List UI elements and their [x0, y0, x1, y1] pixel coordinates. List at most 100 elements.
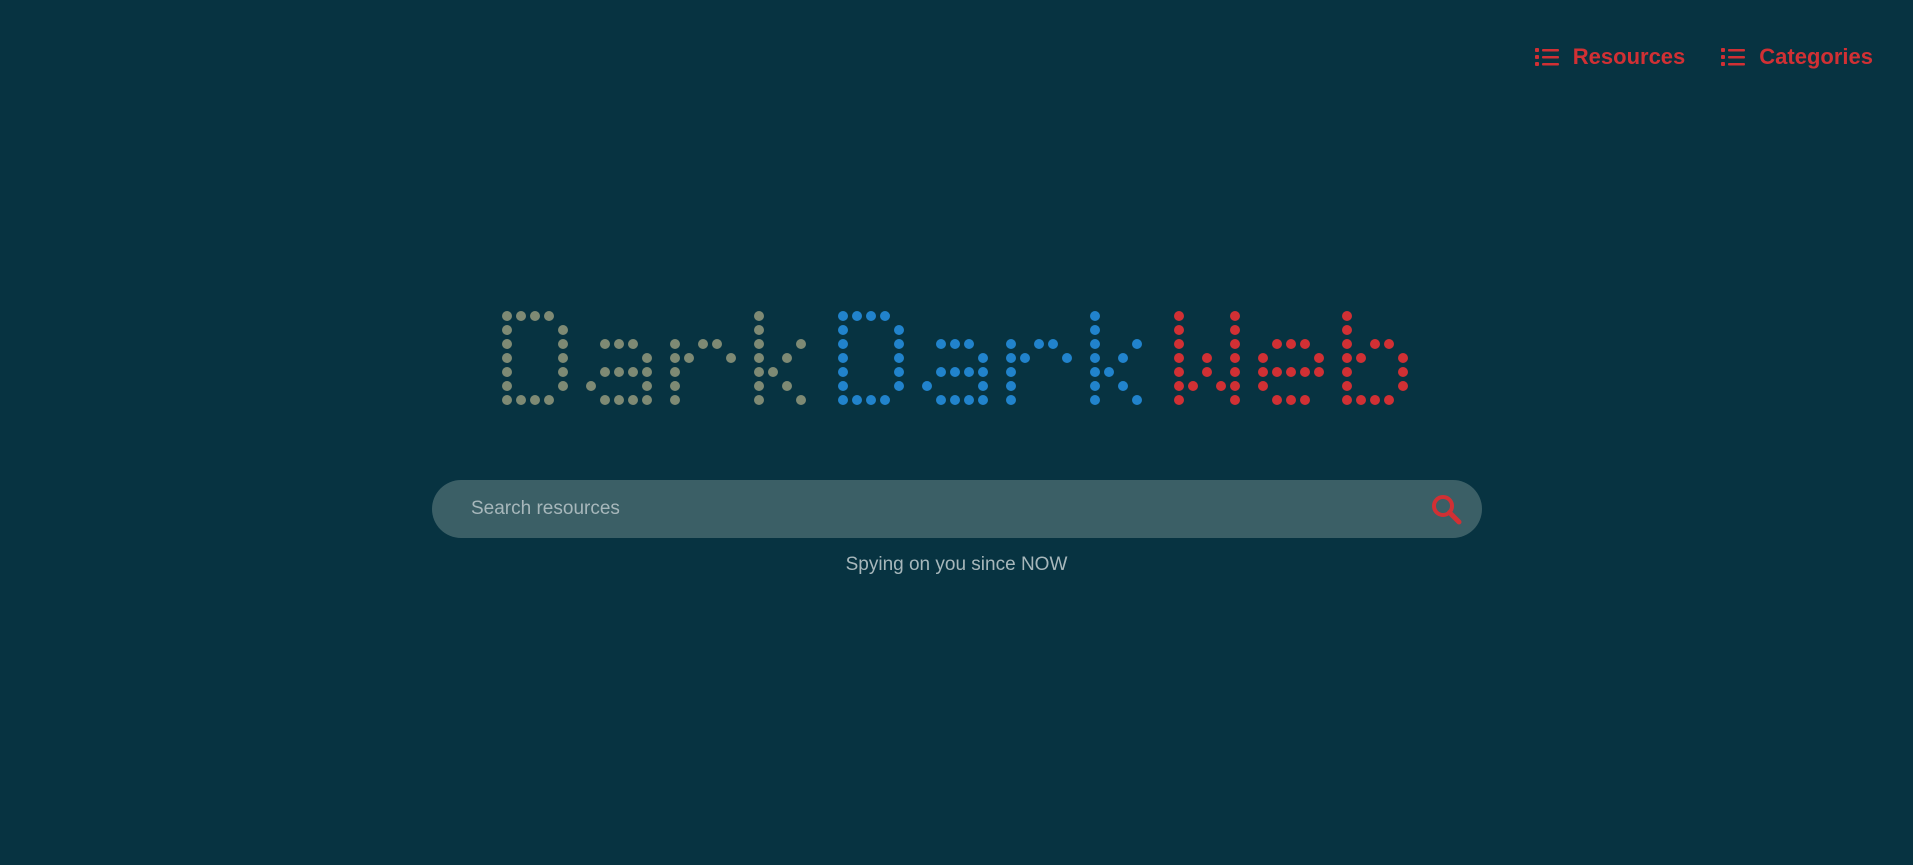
logo-dot: [529, 311, 540, 321]
logo-dot: [613, 339, 624, 349]
logo-dot: [837, 395, 848, 405]
logo-dot: [893, 353, 904, 363]
logo-dot: [1313, 353, 1324, 363]
list-icon: [1534, 47, 1559, 67]
logo-dot: [641, 381, 652, 391]
logo-dot: [1369, 395, 1380, 405]
logo-dot: [711, 339, 722, 349]
top-navigation: Resources Categories: [1534, 44, 1873, 70]
nav-resources-label: Resources: [1572, 44, 1686, 69]
logo-dot: [1019, 353, 1030, 363]
logo-dot: [893, 325, 904, 335]
logo-dot: [641, 395, 652, 405]
logo-dot: [627, 367, 638, 377]
logo-dot: [599, 367, 610, 377]
logo-dot: [515, 311, 526, 321]
logo-dot: [641, 353, 652, 363]
logo-dot: [1089, 381, 1100, 391]
logo-dot: [1089, 311, 1100, 321]
logo-dot: [1257, 353, 1268, 363]
logo-dot: [1033, 339, 1044, 349]
logo-dot: [935, 367, 946, 377]
logo-dot: [949, 339, 960, 349]
logo-dot: [949, 395, 960, 405]
logo-dot: [851, 395, 862, 405]
logo-dot: [613, 395, 624, 405]
nav-categories-link[interactable]: Categories: [1721, 44, 1873, 70]
logo-dot: [1005, 381, 1016, 391]
logo-dot: [1187, 381, 1198, 391]
logo-dot: [585, 381, 596, 391]
logo-dot: [949, 367, 960, 377]
logo-dot: [641, 367, 652, 377]
logo-dot: [1271, 339, 1282, 349]
logo-dot: [1229, 311, 1240, 321]
logo-dot: [1341, 381, 1352, 391]
logo-dot: [753, 311, 764, 321]
logo-dot: [1117, 381, 1128, 391]
logo-dot: [921, 381, 932, 391]
logo-dot: [1299, 395, 1310, 405]
logo-dot: [501, 381, 512, 391]
logo-dot: [557, 367, 568, 377]
logo-word-text: Dark: [838, 310, 841, 312]
logo-dot: [1089, 367, 1100, 377]
logo-dot: [1383, 395, 1394, 405]
logo-dot: [837, 339, 848, 349]
logo-dot: [1173, 367, 1184, 377]
nav-resources-link[interactable]: Resources: [1534, 44, 1686, 70]
logo-dot: [935, 339, 946, 349]
logo-dot: [1341, 367, 1352, 377]
logo-dot: [669, 395, 680, 405]
logo-dot: [1173, 339, 1184, 349]
logo-dot: [963, 339, 974, 349]
logo-dot: [599, 395, 610, 405]
logo-dot: [781, 381, 792, 391]
logo-dot: [1299, 367, 1310, 377]
logo-dot: [1215, 381, 1226, 391]
logo-dot: [753, 367, 764, 377]
logo-dot: [669, 339, 680, 349]
logo-dot: [1271, 395, 1282, 405]
logo-dot: [1089, 325, 1100, 335]
logo-dot: [627, 395, 638, 405]
logo-dot: [1201, 367, 1212, 377]
logo-dot: [1229, 325, 1240, 335]
logo-dot: [1341, 311, 1352, 321]
logo-word-1: Dark: [501, 311, 806, 405]
logo-dot: [753, 353, 764, 363]
logo-dot: [879, 311, 890, 321]
logo-dot: [1201, 353, 1212, 363]
search-input[interactable]: [471, 480, 1411, 538]
logo-dot: [1005, 353, 1016, 363]
logo-dot: [1383, 339, 1394, 349]
logo-dot: [683, 353, 694, 363]
logo-dot: [1341, 395, 1352, 405]
logo-dot: [977, 367, 988, 377]
logo-dot: [1173, 311, 1184, 321]
logo-dot: [753, 381, 764, 391]
logo-dot: [501, 367, 512, 377]
logo-dot: [1285, 367, 1296, 377]
logo-dot: [851, 311, 862, 321]
logo-dot: [1257, 381, 1268, 391]
search-button[interactable]: [1430, 493, 1464, 527]
logo-dot: [501, 395, 512, 405]
logo-dot: [1061, 353, 1072, 363]
logo-dot: [837, 381, 848, 391]
logo-container: Dark Dark Web: [0, 310, 1913, 410]
logo-dot: [613, 367, 624, 377]
logo-dot: [893, 381, 904, 391]
logo-dot: [501, 325, 512, 335]
logo-dot: [669, 353, 680, 363]
logo-dot: [1047, 339, 1058, 349]
logo-dot: [963, 367, 974, 377]
search-bar: [432, 480, 1482, 538]
logo-dot: [1229, 353, 1240, 363]
logo-dot: [543, 311, 554, 321]
logo-dot: [1285, 339, 1296, 349]
logo-dot: [1131, 339, 1142, 349]
logo-dot: [837, 353, 848, 363]
logo-dot: [515, 395, 526, 405]
logo-dot: [977, 381, 988, 391]
